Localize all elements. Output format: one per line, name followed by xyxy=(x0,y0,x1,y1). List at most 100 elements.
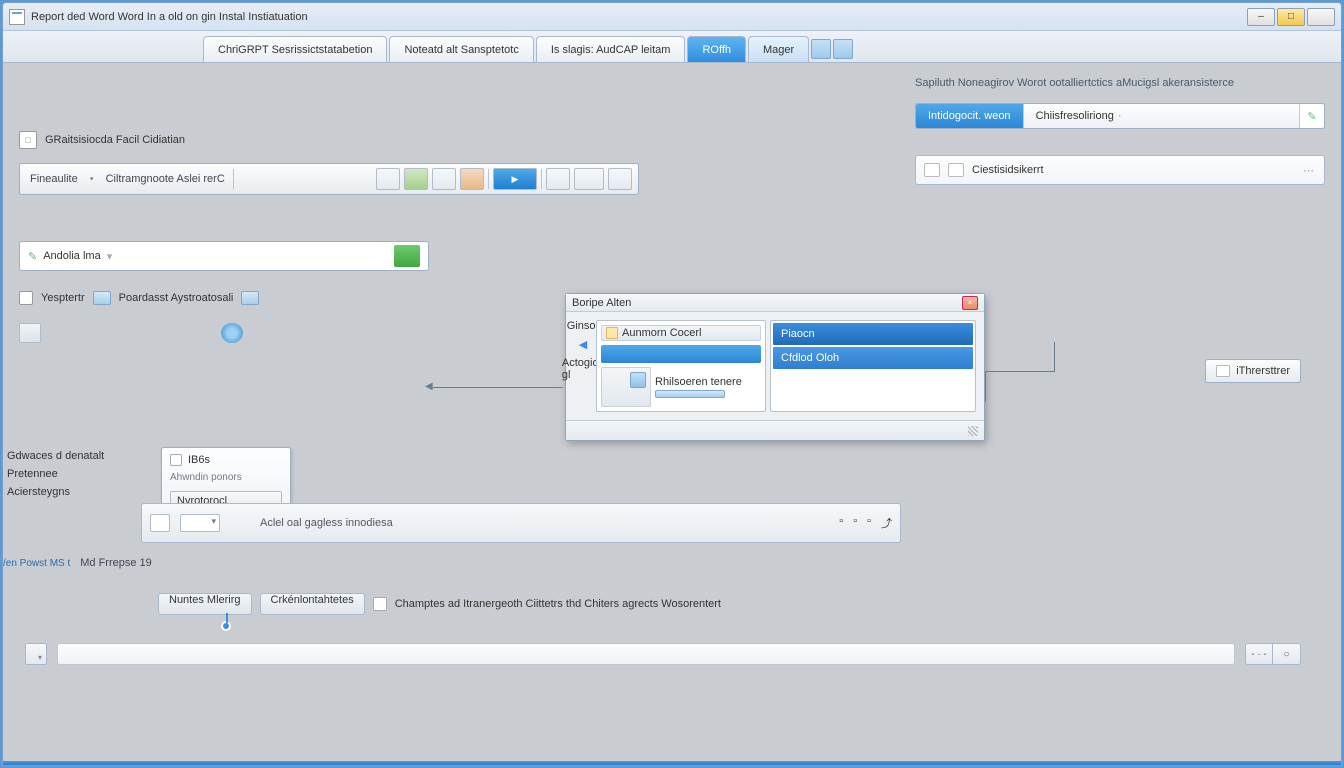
spinner-icon xyxy=(221,323,243,343)
tabstrip: ChriGRPT Sesrissictstatabetion Noteatd a… xyxy=(3,31,1341,63)
lt-btn-1[interactable] xyxy=(150,514,170,532)
toolbar-label-2: Ciltramgnoote Aslei rerC xyxy=(102,173,229,185)
connector-arrow-1 xyxy=(433,387,563,388)
tool-btn-6[interactable] xyxy=(574,168,604,190)
ext-icon xyxy=(1216,365,1230,377)
tool-btn-2[interactable] xyxy=(404,168,428,190)
side-item-3[interactable]: Aciersteygns xyxy=(7,483,147,501)
titlebar[interactable]: Report ded Word Word In a old on gin Ins… xyxy=(3,3,1341,31)
tool-icon-2[interactable] xyxy=(833,39,853,59)
tool-btn-1[interactable] xyxy=(376,168,400,190)
more-icon[interactable]: ⋯ xyxy=(1303,164,1316,177)
window-title: Report ded Word Word In a old on gin Ins… xyxy=(31,11,308,23)
dialog-footer xyxy=(566,420,984,440)
field-icon-2 xyxy=(948,163,964,177)
close-button[interactable] xyxy=(1307,8,1335,26)
tool-btn-5[interactable] xyxy=(546,168,570,190)
maximize-button[interactable]: □ xyxy=(1277,8,1305,26)
right-field-label: Ciestisidsikerrt xyxy=(972,164,1044,176)
checkbox-2-label: Poardasst Aystroatosali xyxy=(119,292,234,304)
bottom-strip: - · - ○ xyxy=(25,643,1301,665)
chip-icon xyxy=(93,291,111,305)
right-heading: Sapiluth Noneagirov Worot ootalliertctic… xyxy=(915,77,1325,89)
dialog-option-2[interactable]: Cfdlod Oloh xyxy=(773,347,973,369)
thumbnail-icon[interactable] xyxy=(601,367,651,407)
tab-2[interactable]: Noteatd alt Sansptetotc xyxy=(389,36,533,62)
folder-icon xyxy=(606,327,618,339)
bs-stepper-down[interactable]: - · - xyxy=(1245,643,1273,665)
checkbox-icon[interactable]: □ xyxy=(19,131,37,149)
tab-4[interactable]: ROffh xyxy=(687,36,746,62)
micro-icon-1[interactable]: ▫ xyxy=(839,515,843,531)
dialog-title: Boripe Alten xyxy=(572,297,631,309)
document-icon xyxy=(9,9,25,25)
side-list: Gdwaces d denatalt Pretennee Aciersteygn… xyxy=(7,447,147,501)
bs-dropdown[interactable] xyxy=(25,643,47,665)
toolbar-label-1: Fineaulite xyxy=(26,173,82,185)
toolbar: Fineaulite • Ciltramgnoote Aslei rerC xyxy=(19,163,639,195)
section-1-head: □ GRaitsisiocda Facil Cidiatian xyxy=(19,131,899,149)
bs-track[interactable] xyxy=(57,643,1235,665)
dialog: Boripe Alten × Ginsor ◀ Actogios gl Aunm… xyxy=(565,293,985,441)
dialog-preview-row: Rhilsoeren tenere xyxy=(601,367,761,407)
lower-toolbar: Aclel oal gagless innodiesa ▫ ▫ ▫ ⤴ xyxy=(141,503,901,543)
footer-label: Md Frrepse 19 xyxy=(80,557,152,569)
tab-1[interactable]: ChriGRPT Sesrissictstatabetion xyxy=(203,36,387,62)
lt-micro-icons: ▫ ▫ ▫ ⤴ xyxy=(839,515,892,531)
page-icon[interactable] xyxy=(19,323,41,343)
dialog-selected-bar[interactable] xyxy=(601,345,761,363)
menu-sub: Ahwndin ponors xyxy=(170,472,282,483)
right-tab-other[interactable]: Chiisfresoliriong· xyxy=(1024,104,1300,128)
dialog-side-labels: Ginsor ◀ Actogios gl xyxy=(574,320,592,412)
caption-text: Champtes ad Itranergeoth Ciittetrs thd C… xyxy=(395,598,721,610)
checkbox-1[interactable] xyxy=(19,291,33,305)
right-field[interactable]: Ciestisidsikerrt ⋯ xyxy=(915,155,1325,185)
tool-btn-play[interactable] xyxy=(493,168,537,190)
minimize-button[interactable]: – xyxy=(1247,8,1275,26)
right-tabs: Intidogocit. weon Chiisfresoliriong· ✎ xyxy=(915,103,1325,129)
bs-stepper-up[interactable]: ○ xyxy=(1273,643,1301,665)
side-item-2[interactable]: Pretennee xyxy=(7,465,147,483)
tool-btn-4[interactable] xyxy=(460,168,484,190)
field-icon xyxy=(924,163,940,177)
checkbox-1-label: Yesptertr xyxy=(41,292,85,304)
micro-icon-3[interactable]: ▫ xyxy=(867,515,871,531)
pen-icon: ✎ xyxy=(28,250,37,263)
search-input[interactable]: ✎ Andolia lma ▾ xyxy=(19,241,429,271)
lower-toolbar-label: Aclel oal gagless innodiesa xyxy=(260,517,393,529)
dialog-right-pane: Piaocn Cfdlod Oloh xyxy=(770,320,976,412)
dialog-titlebar[interactable]: Boripe Alten × xyxy=(566,294,984,312)
menu-icon xyxy=(170,454,182,466)
micro-icon-4[interactable]: ⤴ xyxy=(881,515,892,531)
connector-arrow-2 xyxy=(985,371,1055,372)
micro-icon-2[interactable]: ▫ xyxy=(853,515,857,531)
content-area: □ GRaitsisiocda Facil Cidiatian Fineauli… xyxy=(3,63,1341,765)
input-value: Andolia lma xyxy=(43,250,100,262)
tool-btn-3[interactable] xyxy=(432,168,456,190)
caption-icon xyxy=(373,597,387,611)
tab-3[interactable]: Is slagis: AudCAP leitam xyxy=(536,36,686,62)
right-tab-active[interactable]: Intidogocit. weon xyxy=(916,104,1024,128)
link-button-row: /en Powst MS t Md Frrepse 19 xyxy=(3,557,152,569)
footer-link[interactable]: /en Powst MS t xyxy=(3,558,70,569)
dialog-option-selected[interactable]: Piaocn xyxy=(773,323,973,345)
bs-stepper: - · - ○ xyxy=(1245,643,1301,665)
go-button[interactable] xyxy=(394,245,420,267)
dialog-close-button[interactable]: × xyxy=(962,296,978,310)
pin-marker-icon[interactable] xyxy=(221,621,231,631)
edit-icon[interactable]: ✎ xyxy=(1300,104,1324,128)
menu-head: IB6s xyxy=(170,454,282,466)
tool-btn-7[interactable] xyxy=(608,168,632,190)
resize-grip-icon[interactable] xyxy=(968,426,978,436)
footer-accent xyxy=(3,761,1341,765)
caption-btn-1[interactable]: Nuntes Mlerirg xyxy=(158,593,252,615)
tool-icon-1[interactable] xyxy=(811,39,831,59)
caption-btn-2[interactable]: Crkénlontahtetes xyxy=(260,593,365,615)
lt-dropdown[interactable] xyxy=(180,514,220,532)
caption-row: Nuntes Mlerirg Crkénlontahtetes Champtes… xyxy=(158,593,721,615)
side-item-1[interactable]: Gdwaces d denatalt xyxy=(7,447,147,465)
tab-tool-icons xyxy=(811,36,853,62)
tab-5[interactable]: Mager xyxy=(748,36,809,62)
external-button[interactable]: iThrersttrer xyxy=(1205,359,1301,383)
preview-bar xyxy=(655,390,725,398)
